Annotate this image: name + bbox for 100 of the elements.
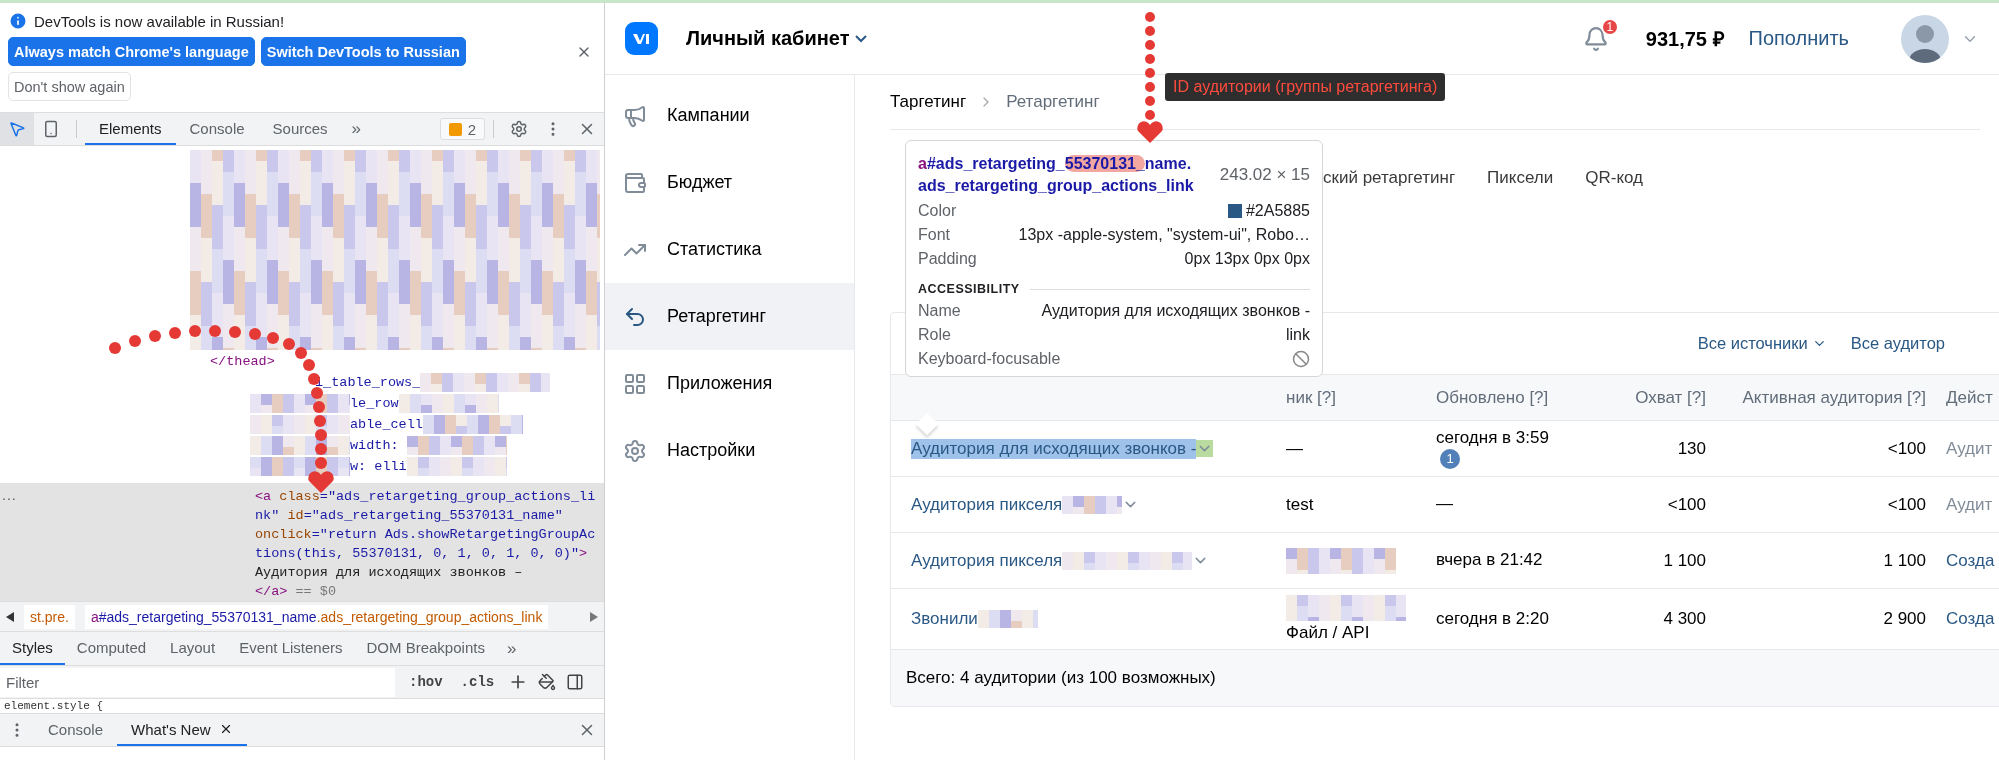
sidebar-toggle-icon[interactable] <box>566 673 585 691</box>
code-fragment: able_cell <box>350 417 423 432</box>
property-label: Font <box>918 226 950 245</box>
property-label: Role <box>918 326 951 345</box>
code-fragment: w: elli <box>350 459 407 474</box>
logo-icon[interactable] <box>625 22 658 55</box>
column-header: Обновлено [?] <box>1416 375 1591 421</box>
section-tab[interactable]: Пиксели <box>1487 168 1554 190</box>
column-header: ник [?] <box>1266 375 1416 421</box>
count-badge: 1 <box>1440 448 1460 469</box>
section-tab[interactable]: QR-код <box>1585 168 1644 190</box>
table-cell: 4 300 <box>1663 609 1706 629</box>
property-value: Аудитория для исходящих звонков - <box>1041 302 1310 321</box>
element-selector: a#ads_retargeting_55370131_name.ads_retargeting_group_actions_link <box>918 154 1195 196</box>
table-cell: <100 <box>1887 494 1926 515</box>
code-fragment: i_table_rows_ <box>315 375 421 390</box>
panel-tab[interactable]: Elements <box>85 113 176 145</box>
language-button[interactable]: Always match Chrome's language <box>8 37 255 66</box>
annotation-label: ID аудитории (группы ретаргетинга) <box>1165 73 1446 101</box>
color-swatch <box>1227 204 1242 219</box>
chevron-down-icon[interactable] <box>1196 440 1214 457</box>
breadcrumb-item[interactable]: Ретаргетинг <box>1006 92 1100 112</box>
code-fragment: le_row <box>350 396 399 411</box>
sidebar-item[interactable]: Бюджет <box>605 149 854 216</box>
section-title: ACCESSIBILITY <box>918 282 1020 297</box>
audience-link[interactable]: Звонили <box>911 609 978 629</box>
property-value: link <box>1286 326 1310 345</box>
table-cell: сегодня в 2:20 <box>1436 608 1549 630</box>
table-cell: 130 <box>1677 438 1706 459</box>
styles-tab[interactable]: Layout <box>158 632 228 665</box>
scroll-right-icon[interactable] <box>590 611 598 622</box>
more-tabs-button[interactable]: » <box>496 632 527 665</box>
hover-state-button[interactable]: :hov <box>405 674 447 690</box>
table-cell: — <box>1436 494 1453 515</box>
avatar[interactable] <box>1901 14 1949 63</box>
sidebar-item[interactable]: Ретаргетинг <box>605 283 854 350</box>
settings-icon <box>623 438 647 463</box>
table-cell: 1 100 <box>1663 550 1706 571</box>
sidebar-item[interactable]: Статистика <box>605 216 854 283</box>
audience-link[interactable]: Аудитория пикселя <box>911 494 1063 515</box>
audience-link[interactable]: Аудитория пикселя <box>911 550 1063 571</box>
action-link[interactable]: Созда <box>1946 550 1995 571</box>
column-header: Охват [?] <box>1591 375 1706 421</box>
code-line: Аудитория для исходящих звонков – <box>255 564 524 582</box>
drawer-tab[interactable]: What's New <box>117 714 247 746</box>
account-menu[interactable]: Личный кабинет <box>680 26 874 51</box>
filter-dropdown[interactable]: Все аудитор <box>1850 334 1945 353</box>
property-value: 0px 13px 0px 0px <box>1184 250 1310 269</box>
panel-tab[interactable]: Sources <box>258 113 342 145</box>
paint-icon[interactable] <box>538 673 557 691</box>
audience-link[interactable]: Аудитория для исходящих звонков - <box>911 438 1197 459</box>
notifications-button[interactable] <box>1582 25 1609 52</box>
code-fragment: width: <box>350 438 400 453</box>
property-label: Color <box>918 202 957 221</box>
dismiss-button[interactable]: Don't show again <box>8 72 131 101</box>
filter-field[interactable]: Filter <box>0 667 395 697</box>
breadcrumb-item[interactable]: st.pre. <box>24 604 75 629</box>
table-cell: 2 900 <box>1883 609 1926 629</box>
warning-icon <box>448 122 462 136</box>
table-cell: <100 <box>1667 494 1706 515</box>
megaphone-icon <box>623 103 647 128</box>
action-link[interactable]: Созда <box>1946 609 1995 629</box>
table-cell: <100 <box>1887 438 1926 459</box>
sidebar-item[interactable]: Кампании <box>605 82 854 149</box>
styles-tab[interactable]: DOM Breakpoints <box>354 632 497 665</box>
column-header: Активная аудитория [?] <box>1706 375 1926 421</box>
styles-tab[interactable]: Event Listeners <box>227 632 355 665</box>
code-line: </a> == $0 <box>255 583 337 601</box>
breadcrumb-item[interactable]: Таргетинг <box>890 92 967 112</box>
notification-count: 1 <box>1600 17 1619 36</box>
classes-button[interactable]: .cls <box>456 674 499 690</box>
code-fragment: </thead> <box>210 354 275 369</box>
property-value: #2A5885 <box>1245 202 1310 221</box>
property-label: Name <box>918 302 961 321</box>
issues-button[interactable]: 2 <box>439 118 485 140</box>
topup-link[interactable]: Пополнить <box>1748 27 1849 50</box>
balance: 931,75 ₽ <box>1645 27 1725 52</box>
language-button[interactable]: Switch DevTools to Russian <box>260 37 466 66</box>
property-value: 13px -apple-system, "system-ui", Robo… <box>1018 226 1310 245</box>
breadcrumb-item[interactable]: a#ads_retargeting_55370131_name.ads_retargeting_group_actions_link <box>84 604 549 629</box>
inspect-icon[interactable] <box>0 113 34 145</box>
filter-dropdown[interactable]: Все источники <box>1697 334 1827 353</box>
info-icon <box>8 11 28 31</box>
grid-icon <box>623 371 647 396</box>
table-cell: 1 100 <box>1883 550 1926 571</box>
styles-tab[interactable]: Computed <box>64 632 159 665</box>
node-menu[interactable]: ... <box>0 487 255 503</box>
css-rule: element.style { <box>3 699 105 713</box>
scroll-left-icon[interactable] <box>6 611 14 622</box>
panel-tab[interactable]: Console <box>175 113 259 145</box>
more-tabs-button[interactable]: » <box>341 113 372 145</box>
sidebar-item[interactable]: Приложения <box>605 350 854 417</box>
drawer-tab[interactable]: Console <box>34 714 118 746</box>
code-line: <a class="ads_retargeting_group_actions_li <box>255 488 597 506</box>
chevron-down-icon <box>855 34 868 43</box>
pixelated-block <box>977 610 1038 628</box>
code-line: nk" id="ads_retargeting_55370131_name" <box>255 507 564 525</box>
sidebar-item[interactable]: Настройки <box>605 417 854 484</box>
section-tab[interactable]: ский ретаргетинг <box>1323 168 1456 190</box>
table-cell: вчера в 21:42 <box>1436 550 1543 571</box>
